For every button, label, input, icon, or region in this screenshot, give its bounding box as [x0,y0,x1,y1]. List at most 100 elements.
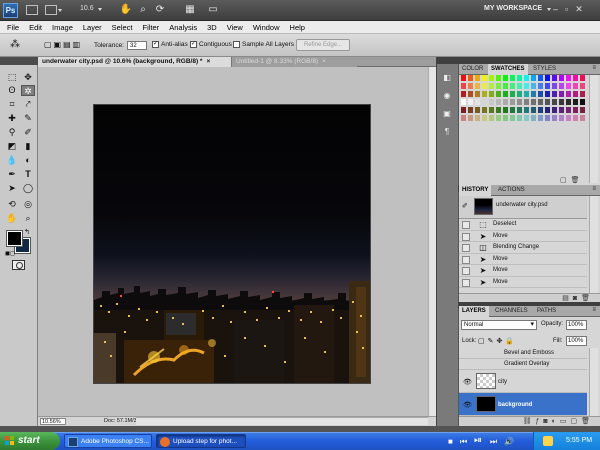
color-swatch[interactable] [482,99,488,106]
color-swatch[interactable] [531,99,537,106]
color-swatch[interactable] [580,107,586,114]
default-colors-icon[interactable]: ◼◻ [5,250,15,257]
color-swatch[interactable] [531,75,537,82]
eraser-tool-icon[interactable]: ◩ [5,141,19,152]
menu-filter[interactable]: Filter [143,23,160,32]
color-swatch[interactable] [538,99,544,106]
color-swatch[interactable] [489,107,495,114]
tray-notification-icon[interactable] [543,436,553,446]
color-swatch[interactable] [559,99,565,106]
brushes-icon[interactable]: ▣ [441,108,453,119]
close-icon[interactable]: × [322,58,326,65]
menu-image[interactable]: Image [52,23,73,32]
color-swatch[interactable] [573,99,579,106]
next-icon[interactable]: ⏭ [490,437,497,447]
history-brush-source-icon[interactable]: ✐ [462,202,468,210]
history-item[interactable]: ◫ Blending Change [459,242,587,254]
color-swatch[interactable] [580,115,586,122]
tab-layers[interactable]: LAYERS [459,306,489,317]
panel-menu-icon[interactable]: ≡ [592,65,596,71]
color-swatch[interactable] [461,115,467,122]
fill-input[interactable]: 100% [566,336,587,346]
color-swatch[interactable] [559,75,565,82]
color-swatch[interactable] [468,91,474,98]
contiguous-checkbox[interactable]: ✓ [190,41,197,48]
marquee-tool-icon[interactable]: ⬚ [5,72,19,83]
menu-window[interactable]: Window [253,23,280,32]
dock-grip[interactable] [437,57,459,64]
paragraph-icon[interactable]: ¶ [441,126,453,137]
healing-brush-tool-icon[interactable]: ✚ [5,113,19,124]
window-controls[interactable]: –▫✕ [553,4,590,15]
arrange-documents-icon[interactable]: ▦ [183,3,197,17]
play-pause-icon[interactable]: ⏯ [474,435,482,446]
color-swatch[interactable] [545,91,551,98]
color-swatch[interactable] [482,115,488,122]
history-item[interactable]: ➤ Move [459,276,587,288]
tab-color[interactable]: COLOR [459,64,486,75]
lasso-tool-icon[interactable]: ʘ [5,85,19,96]
color-swatch[interactable] [573,91,579,98]
hand-tool-panel-icon[interactable]: ✋ [5,213,19,224]
history-source-box[interactable] [462,278,470,287]
visibility-eye-icon[interactable]: 👁 [463,378,472,386]
selection-mode-icons[interactable]: ▢▣▤▥ [44,40,82,49]
taskbar-item-browser[interactable]: Upload step for phot... [156,434,246,448]
bridge-icon[interactable] [26,5,38,15]
color-swatch[interactable] [461,75,467,82]
color-swatch[interactable] [573,107,579,114]
color-swatch[interactable] [517,75,523,82]
color-swatch[interactable] [573,83,579,90]
layers-scrollbar[interactable] [589,348,598,416]
color-swatch[interactable] [489,115,495,122]
color-swatch[interactable] [496,91,502,98]
menu-file[interactable]: File [7,23,19,32]
color-swatch[interactable] [496,75,502,82]
quick-mask-icon[interactable] [12,260,25,270]
color-swatch[interactable] [503,107,509,114]
screen-mode-icon[interactable]: ▭ [206,3,220,17]
swatches-scrollbar[interactable] [589,75,598,183]
history-scrollbar[interactable] [589,196,598,293]
color-swatch[interactable] [461,83,467,90]
color-swatch[interactable] [531,107,537,114]
tab-history[interactable]: HISTORY [459,185,492,196]
color-swatch[interactable] [566,107,572,114]
color-swatch[interactable] [475,99,481,106]
color-swatch[interactable] [496,107,502,114]
color-swatch[interactable] [482,83,488,90]
color-swatch[interactable] [482,91,488,98]
color-swatch[interactable] [475,91,481,98]
tab-styles[interactable]: STYLES [530,64,559,75]
3d-orbit-tool-icon[interactable]: ◎ [21,199,35,210]
vertical-scrollbar[interactable] [428,67,436,416]
color-swatch[interactable] [566,99,572,106]
color-swatch[interactable] [468,107,474,114]
zoom-level-dropdown[interactable]: 10.6 [80,5,102,12]
color-swatch[interactable] [503,99,509,106]
clone-stamp-tool-icon[interactable]: ⚲ [5,127,19,138]
color-swatch[interactable] [489,83,495,90]
color-swatch[interactable] [538,107,544,114]
tab-channels[interactable]: CHANNELS [492,306,531,317]
zoom-tool-panel-icon[interactable]: ⌕ [21,213,35,224]
color-swatch[interactable] [475,107,481,114]
color-swatch[interactable] [545,83,551,90]
move-tool-icon[interactable]: ✥ [21,72,35,83]
panel-menu-icon[interactable]: ≡ [592,307,596,313]
taskbar-item-photoshop[interactable]: Adobe Photoshop CS... [64,434,152,448]
color-swatch[interactable] [489,99,495,106]
color-swatch[interactable] [489,91,495,98]
color-swatch[interactable] [545,75,551,82]
contiguous-option[interactable]: ✓ Contiguous [190,41,232,48]
color-swatch[interactable] [580,83,586,90]
close-icon[interactable]: × [206,58,210,65]
color-swatch[interactable] [566,75,572,82]
color-swatch[interactable] [524,91,530,98]
color-swatch[interactable] [461,91,467,98]
color-swatch[interactable] [559,115,565,122]
color-swatch[interactable] [545,115,551,122]
color-swatch[interactable] [510,83,516,90]
tab-swatches[interactable]: SWATCHES [488,64,528,75]
color-swatch[interactable] [517,83,523,90]
